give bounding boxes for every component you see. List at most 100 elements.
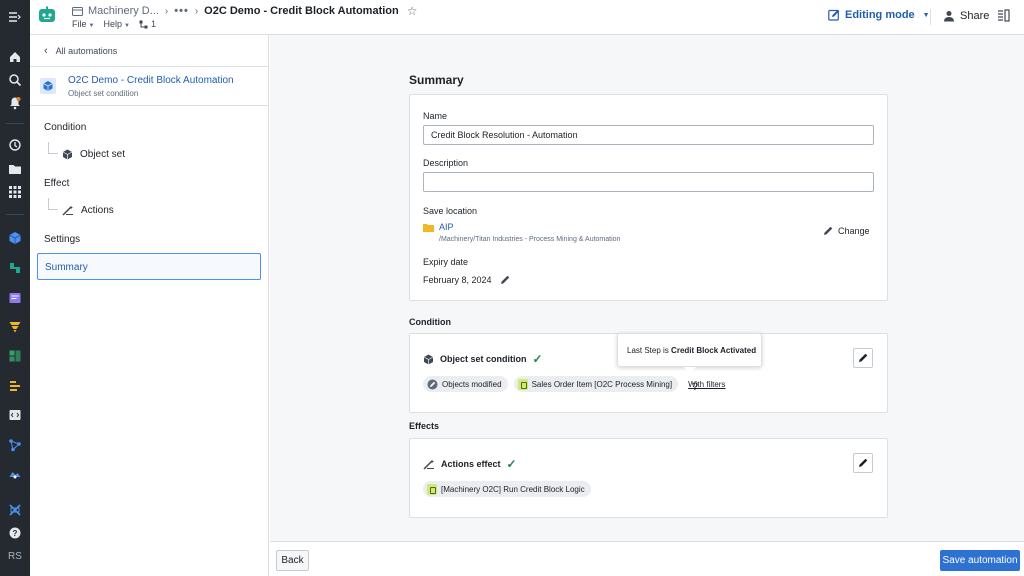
expiry-date-label: Expiry date [423, 257, 469, 267]
insight-icon[interactable] [5, 464, 25, 484]
all-automations-label: All automations [55, 46, 118, 56]
breadcrumb-folder[interactable]: Machinery D... [72, 5, 159, 17]
nav-actions-label: Actions [81, 205, 114, 216]
editing-mode-dropdown[interactable]: Editing mode ▼ [828, 9, 930, 21]
action-type-icon [427, 483, 437, 495]
nav-condition[interactable]: Condition [44, 122, 86, 133]
description-input[interactable] [423, 172, 874, 192]
user-avatar[interactable]: RS [0, 551, 30, 562]
automation-title[interactable]: O2C Demo - Credit Block Automation [68, 75, 234, 86]
folder-icon [423, 223, 434, 232]
chevron-right-icon: › [164, 5, 169, 17]
hierarchy-icon [139, 20, 148, 28]
change-location-button[interactable]: Change [823, 226, 870, 236]
home-icon[interactable] [5, 47, 25, 67]
help-menu[interactable]: Help ▼ [103, 19, 129, 29]
tree-connector [48, 198, 58, 210]
save-location-folder[interactable]: AIP [423, 222, 454, 232]
footer-bar: Back Save automation [270, 541, 1024, 576]
automation-header: O2C Demo - Credit Block Automation Objec… [30, 66, 268, 106]
save-automation-button[interactable]: Save automation [940, 550, 1020, 571]
pencil-icon [824, 226, 833, 235]
pencil-icon [859, 458, 868, 467]
folder-icon[interactable] [5, 159, 25, 179]
ontology-cube-icon[interactable] [5, 228, 25, 248]
share-label: Share [960, 10, 990, 22]
effects-tags: [Machinery O2C] Run Credit Block Logic [423, 481, 591, 497]
workshop-icon[interactable] [5, 288, 25, 308]
folder-name: AIP [439, 222, 454, 232]
notifications-icon[interactable] [5, 93, 25, 113]
action-wand-icon [423, 459, 434, 470]
apps-grid-icon[interactable] [5, 182, 25, 202]
nav-actions[interactable]: Actions [62, 205, 114, 216]
header-bar: Machinery D... › ••• › O2C Demo - Credit… [30, 0, 1024, 35]
name-input[interactable] [423, 125, 874, 145]
app-rail: ? RS [0, 0, 30, 576]
extensions-icon[interactable] [5, 500, 25, 520]
save-location-label: Save location [423, 206, 478, 216]
back-button[interactable]: Back [276, 550, 309, 571]
collapse-menu-icon[interactable] [5, 7, 25, 27]
edit-condition-button[interactable] [853, 348, 873, 368]
help-icon[interactable]: ? [5, 523, 25, 543]
side-panel-toggle[interactable] [997, 9, 1010, 26]
code-workbook-icon[interactable] [5, 405, 25, 425]
expiry-date-value: February 8, 2024 [423, 275, 492, 285]
tooltip-text: Last Step is Credit Block Activated [627, 346, 756, 355]
nav-summary-label: Summary [45, 262, 88, 273]
quiver-icon[interactable] [5, 346, 25, 366]
caret-down-icon: ▼ [922, 11, 930, 19]
expiry-date: February 8, 2024 [423, 275, 510, 285]
file-menu[interactable]: File ▼ [72, 19, 94, 29]
history-icon[interactable] [5, 135, 25, 155]
favorite-star-icon[interactable]: ☆ [407, 4, 418, 18]
resource-count[interactable]: 1 [139, 19, 156, 29]
tree-connector [48, 142, 58, 154]
nav-effect[interactable]: Effect [44, 178, 69, 189]
tooltip-prefix: Last Step is [627, 346, 669, 355]
file-menu-label: File [72, 19, 87, 29]
folder-path: /Machinery/Titan Industries - Process Mi… [439, 236, 621, 243]
summary-card: Name Description Save location AIP /Mach… [409, 94, 888, 301]
share-button[interactable]: Share [943, 10, 989, 22]
action-tag: [Machinery O2C] Run Credit Block Logic [423, 481, 591, 497]
page-title: O2C Demo - Credit Block Automation [204, 5, 399, 17]
breadcrumb-more-button[interactable]: ••• [174, 5, 189, 17]
object-type-label: Sales Order Item [O2C Process Mining] [531, 379, 673, 389]
header-divider [930, 9, 931, 25]
rail-divider [6, 214, 24, 215]
checkmark-icon: ✓ [506, 457, 517, 471]
chevron-left-icon: ‹ [44, 45, 48, 57]
summary-heading: Summary [409, 73, 464, 87]
action-wand-icon [62, 205, 73, 216]
chevron-right-icon: › [194, 5, 199, 17]
pipeline-icon[interactable] [5, 258, 25, 278]
object-set-cube-icon [40, 78, 56, 94]
all-automations-link[interactable]: ‹ All automations [44, 45, 117, 57]
condition-card-header: Object set condition ✓ [423, 352, 543, 366]
effects-card-title: Actions effect [441, 459, 501, 469]
object-edit-icon [427, 379, 438, 389]
contour-icon[interactable] [5, 317, 25, 337]
edit-expiry-pencil-icon[interactable] [500, 275, 510, 285]
pencil-icon [859, 353, 868, 362]
nav-object-set[interactable]: Object set [62, 149, 125, 160]
nav-settings[interactable]: Settings [44, 234, 80, 245]
edit-effects-button[interactable] [853, 453, 873, 473]
automation-sidebar: ‹ All automations O2C Demo - Credit Bloc… [30, 35, 269, 576]
slate-icon[interactable] [5, 376, 25, 396]
cube-icon [62, 149, 73, 160]
object-type-icon [517, 378, 528, 390]
caret-down-icon: ▼ [123, 23, 130, 29]
resource-count-label: 1 [150, 19, 156, 29]
search-icon[interactable] [5, 70, 25, 90]
breadcrumb-folder-label: Machinery D... [88, 5, 159, 17]
caret-down-icon: ▼ [88, 23, 95, 29]
graph-icon[interactable] [5, 435, 25, 455]
condition-heading: Condition [409, 317, 451, 327]
help-cursor-icon: ? [692, 381, 699, 393]
description-label: Description [423, 158, 469, 168]
nav-summary[interactable]: Summary [37, 253, 261, 280]
edit-mode-icon [828, 9, 840, 21]
